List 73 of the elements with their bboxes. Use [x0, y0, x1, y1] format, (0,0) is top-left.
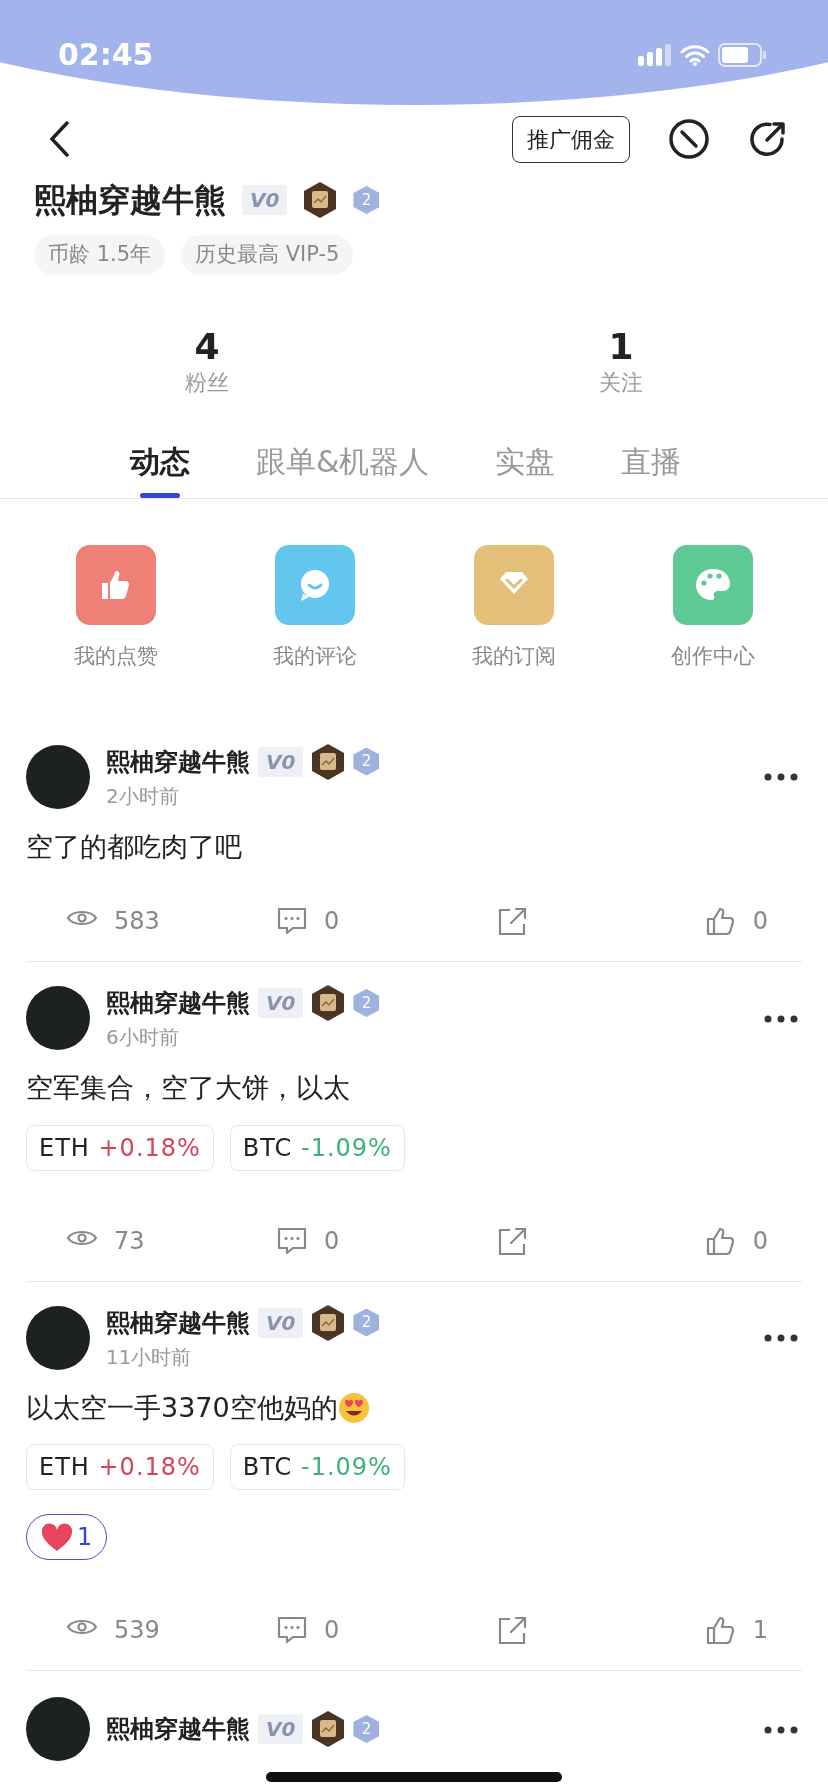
comment-icon[interactable] — [276, 1615, 308, 1646]
ticker-tag[interactable]: BTC -1.09% — [229, 1444, 405, 1491]
shortcut-label: 创作中心 — [670, 643, 755, 671]
rank-badge: 2 — [353, 747, 380, 776]
stat-count: 73 — [114, 1225, 145, 1257]
stat-count: 583 — [114, 906, 160, 938]
post-text: 空军集合，空了大饼，以太 — [26, 1071, 350, 1106]
comment-shortcut[interactable] — [274, 545, 355, 626]
author-name: 熙柚穿越牛熊 — [106, 988, 250, 1020]
ticker-tag[interactable]: ETH +0.18% — [26, 1124, 214, 1171]
stat-count: 1 — [752, 1615, 768, 1647]
comment-icon[interactable] — [276, 906, 308, 937]
level-badge: V0 — [258, 988, 304, 1019]
back-icon[interactable] — [48, 121, 70, 157]
post-text: 空了的都吃肉了吧 — [26, 829, 242, 864]
reaction-button[interactable]: 1 — [26, 1514, 108, 1561]
stat-value: 1 — [608, 326, 634, 367]
more-icon — [764, 1725, 798, 1734]
post-time: 11小时前 — [106, 1343, 193, 1371]
post-text: 以太空一手3370空他妈的 — [26, 1390, 338, 1425]
stat-label: 关注 — [599, 369, 643, 398]
more-icon — [764, 1334, 798, 1343]
rank-badge: 2 — [353, 989, 380, 1018]
shortcut-label: 我的点赞 — [73, 643, 158, 671]
thumbs-up-icon[interactable] — [704, 1615, 737, 1646]
ticker-tag[interactable]: ETH +0.18% — [26, 1444, 214, 1491]
stat-count: 0 — [752, 1225, 768, 1257]
level-badge: V0 — [258, 1307, 304, 1338]
profile-tag: 币龄 1.5年 — [34, 235, 166, 275]
heart-icon — [41, 1522, 73, 1552]
medal-icon — [303, 181, 338, 219]
level-badge: V0 — [258, 746, 304, 777]
stat-count: 0 — [324, 1615, 340, 1647]
signal-icon — [638, 43, 672, 66]
ticker-tag[interactable]: BTC -1.09% — [229, 1124, 405, 1171]
profile-tag: 历史最高 VIP-5 — [181, 235, 354, 275]
tab[interactable]: 动态 — [130, 439, 190, 499]
author-name: 熙柚穿越牛熊 — [106, 1307, 250, 1339]
thumbs-up-icon[interactable] — [704, 1225, 737, 1256]
stat-value: 4 — [194, 326, 220, 367]
rank-badge: 2 — [353, 1308, 380, 1337]
level-badge: V0 — [242, 185, 288, 215]
profile-name: 熙柚穿越牛熊 — [34, 184, 226, 216]
medal-icon — [311, 1303, 346, 1342]
post-time: 2小时前 — [106, 782, 180, 810]
stat-count: 0 — [324, 906, 340, 938]
block-icon[interactable] — [668, 118, 710, 160]
stat-count: 0 — [324, 1225, 340, 1257]
author-name: 熙柚穿越牛熊 — [106, 746, 250, 778]
author-name: 熙柚穿越牛熊 — [106, 1714, 250, 1746]
more-icon — [764, 773, 798, 782]
medal-icon — [311, 984, 346, 1023]
like-shortcut[interactable] — [75, 545, 156, 626]
promo-button[interactable]: 推广佣金 — [512, 115, 630, 163]
stat-count: 539 — [114, 1615, 160, 1647]
medal-icon — [311, 1710, 346, 1749]
stat-count: 0 — [752, 906, 768, 938]
create-shortcut[interactable] — [672, 545, 753, 626]
rank-badge: 2 — [353, 186, 380, 214]
thumbs-up-icon[interactable] — [704, 906, 737, 937]
post-time: 6小时前 — [106, 1024, 180, 1052]
level-badge: V0 — [258, 1714, 304, 1745]
share-icon[interactable] — [748, 119, 788, 159]
stat-label: 粉丝 — [185, 369, 229, 398]
status-time: 02:45 — [58, 36, 154, 74]
comment-icon[interactable] — [276, 1225, 308, 1256]
shortcut-label: 我的订阅 — [471, 643, 556, 671]
battery-icon — [718, 42, 768, 67]
wifi-icon — [680, 43, 710, 66]
shortcut-label: 我的评论 — [272, 643, 357, 671]
rank-badge: 2 — [353, 1715, 380, 1744]
medal-icon — [311, 742, 346, 781]
more-icon — [764, 1014, 798, 1023]
